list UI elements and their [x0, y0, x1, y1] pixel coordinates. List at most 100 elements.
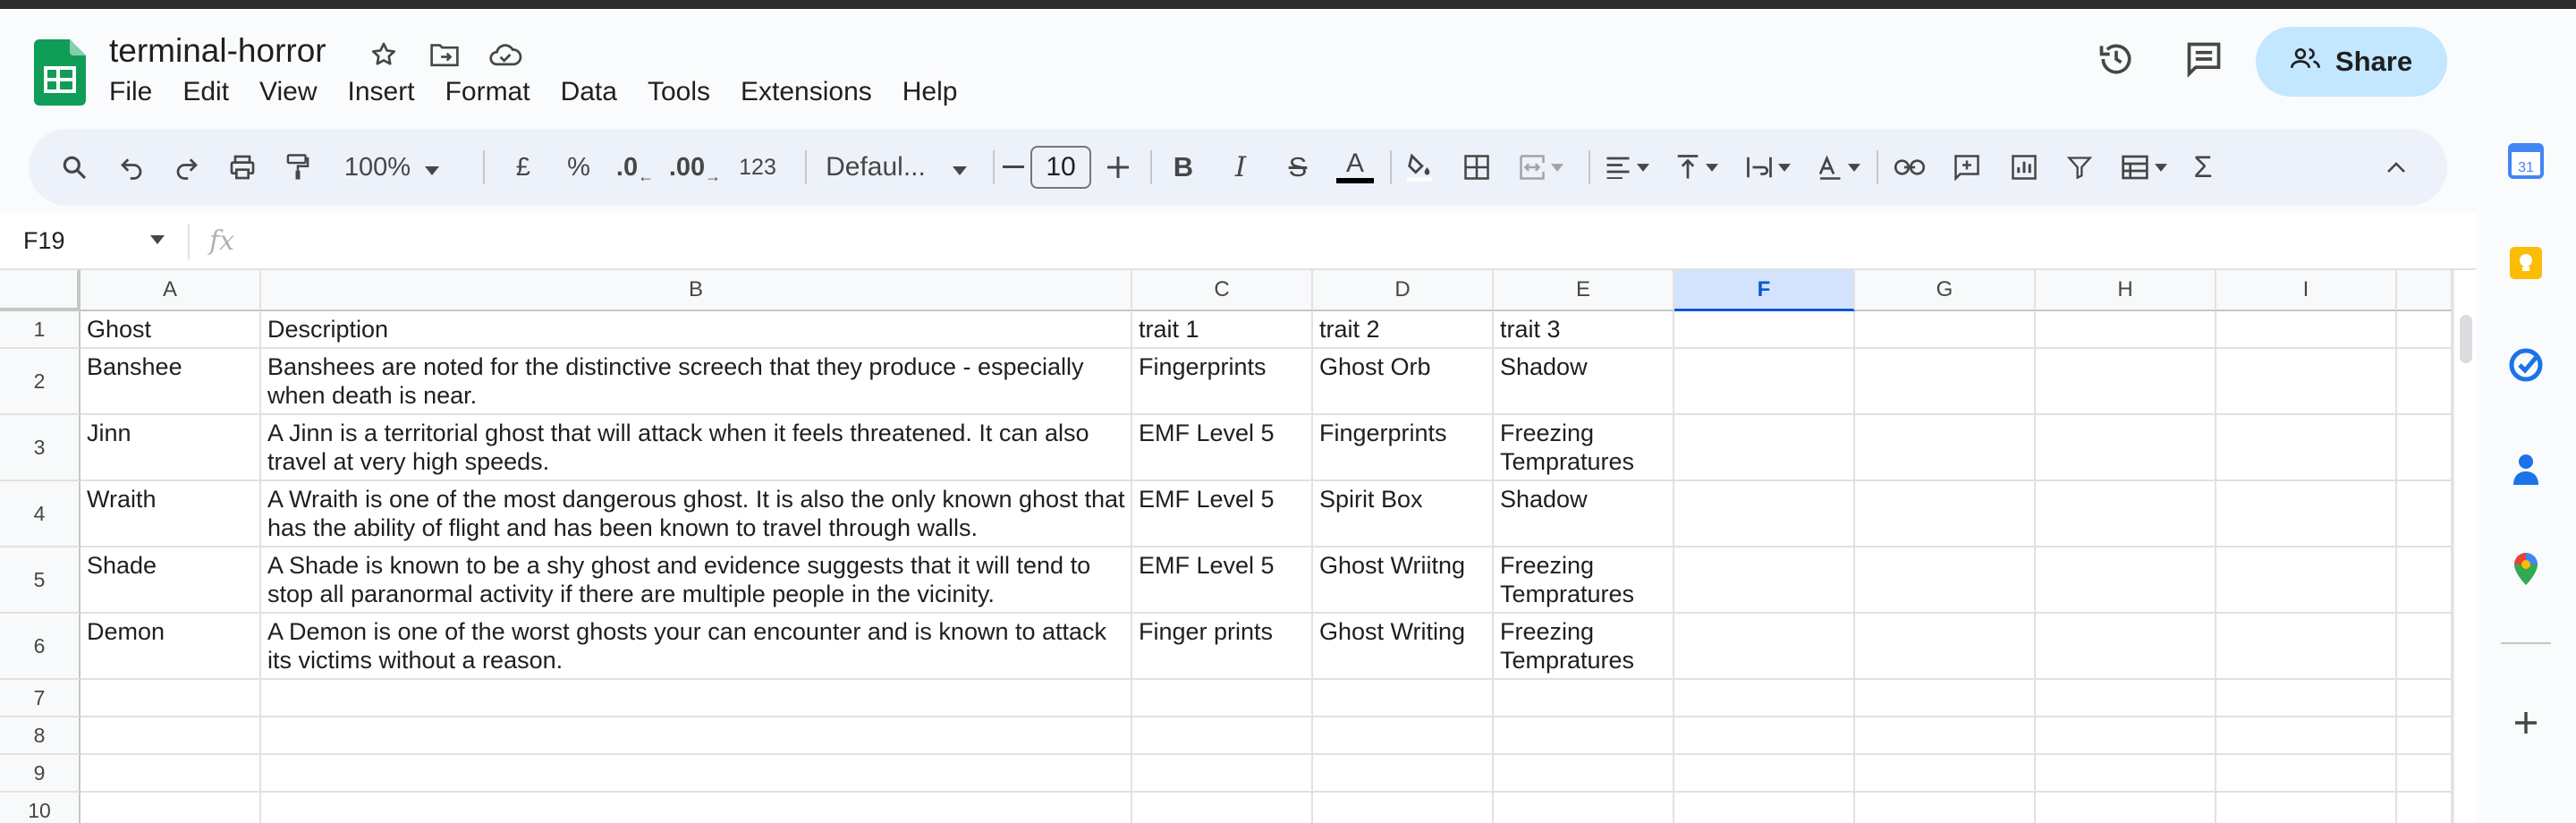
- column-header-b[interactable]: B: [261, 270, 1132, 311]
- spreadsheet-grid[interactable]: A B C D E F G H I 1 Ghost Description trait 1 trait 2…: [0, 270, 2476, 823]
- history-icon[interactable]: [2097, 39, 2136, 83]
- font-select[interactable]: Defaul...: [809, 129, 984, 206]
- menu-help[interactable]: Help: [902, 77, 958, 107]
- cell-e1[interactable]: trait 3: [1494, 311, 1674, 349]
- filter-views-icon[interactable]: [2113, 129, 2175, 206]
- cell-f7[interactable]: [1674, 680, 1855, 717]
- column-header-i[interactable]: I: [2216, 270, 2397, 311]
- row-header-5[interactable]: 5: [0, 547, 80, 614]
- cell-a4[interactable]: Wraith: [80, 481, 261, 547]
- borders-icon[interactable]: [1456, 129, 1497, 206]
- cell-h5[interactable]: [2036, 547, 2216, 614]
- share-button[interactable]: Share: [2256, 27, 2447, 97]
- cell-d9[interactable]: [1313, 755, 1494, 793]
- cell-b10[interactable]: [261, 793, 1132, 823]
- cell-h3[interactable]: [2036, 415, 2216, 481]
- text-rotation-icon[interactable]: [1807, 129, 1869, 206]
- cell-c3[interactable]: EMF Level 5: [1132, 415, 1313, 481]
- cell-b5[interactable]: A Shade is known to be a shy ghost and e…: [261, 547, 1132, 614]
- row-header-3[interactable]: 3: [0, 415, 80, 481]
- vertical-align-icon[interactable]: [1665, 129, 1728, 206]
- search-icon[interactable]: [54, 129, 95, 206]
- cell-i7[interactable]: [2216, 680, 2397, 717]
- row-header-10[interactable]: 10: [0, 793, 80, 823]
- cell-f5[interactable]: [1674, 547, 1855, 614]
- cell-g10[interactable]: [1855, 793, 2036, 823]
- cell-c7[interactable]: [1132, 680, 1313, 717]
- menu-extensions[interactable]: Extensions: [741, 77, 872, 107]
- menu-tools[interactable]: Tools: [648, 77, 710, 107]
- collapse-toolbar-icon[interactable]: [2376, 129, 2417, 206]
- increase-font-size-icon[interactable]: [1098, 129, 1138, 206]
- cell-f2[interactable]: [1674, 349, 1855, 415]
- keep-icon[interactable]: [2508, 245, 2544, 281]
- comments-icon[interactable]: [2184, 39, 2224, 83]
- cell-a10[interactable]: [80, 793, 261, 823]
- cell-e7[interactable]: [1494, 680, 1674, 717]
- row-header-7[interactable]: 7: [0, 680, 80, 717]
- cell-i10[interactable]: [2216, 793, 2397, 823]
- calendar-icon[interactable]: 31: [2508, 143, 2544, 179]
- cell-a8[interactable]: [80, 717, 261, 755]
- star-icon[interactable]: [363, 34, 404, 75]
- functions-icon[interactable]: Σ: [2182, 129, 2224, 206]
- cell-i3[interactable]: [2216, 415, 2397, 481]
- cell-g6[interactable]: [1855, 614, 2036, 680]
- cell-f3[interactable]: [1674, 415, 1855, 481]
- row-header-4[interactable]: 4: [0, 481, 80, 547]
- insert-link-icon[interactable]: [1889, 129, 1930, 206]
- cell-d6[interactable]: Ghost Writing: [1313, 614, 1494, 680]
- cell-h4[interactable]: [2036, 481, 2216, 547]
- text-wrapping-icon[interactable]: [1737, 129, 1800, 206]
- cell-i1[interactable]: [2216, 311, 2397, 349]
- cell-g1[interactable]: [1855, 311, 2036, 349]
- cell-g9[interactable]: [1855, 755, 2036, 793]
- cell-c8[interactable]: [1132, 717, 1313, 755]
- contacts-icon[interactable]: [2508, 451, 2544, 487]
- column-header-c[interactable]: C: [1132, 270, 1313, 311]
- row-header-6[interactable]: 6: [0, 614, 80, 680]
- currency-button[interactable]: £: [503, 129, 544, 206]
- cell-b8[interactable]: [261, 717, 1132, 755]
- row-header-8[interactable]: 8: [0, 717, 80, 755]
- select-all-corner[interactable]: [0, 270, 80, 311]
- tasks-icon[interactable]: [2508, 347, 2544, 383]
- cell-h2[interactable]: [2036, 349, 2216, 415]
- cell-e4[interactable]: Shadow: [1494, 481, 1674, 547]
- cell-i4[interactable]: [2216, 481, 2397, 547]
- chevron-down-icon[interactable]: [150, 233, 165, 249]
- cell-f10[interactable]: [1674, 793, 1855, 823]
- cell-a7[interactable]: [80, 680, 261, 717]
- move-folder-icon[interactable]: [424, 34, 465, 75]
- redo-icon[interactable]: [166, 129, 208, 206]
- cell-i2[interactable]: [2216, 349, 2397, 415]
- menu-file[interactable]: File: [109, 77, 152, 107]
- cell-extra4[interactable]: [2397, 481, 2453, 547]
- font-size-input[interactable]: 10: [1030, 146, 1091, 189]
- cell-i8[interactable]: [2216, 717, 2397, 755]
- menu-format[interactable]: Format: [445, 77, 530, 107]
- cell-d8[interactable]: [1313, 717, 1494, 755]
- zoom-select[interactable]: 100%: [338, 129, 445, 206]
- cell-d2[interactable]: Ghost Orb: [1313, 349, 1494, 415]
- more-formats-button[interactable]: 123: [724, 129, 791, 206]
- cell-extra2[interactable]: [2397, 349, 2453, 415]
- paint-format-icon[interactable]: [277, 129, 318, 206]
- cell-h10[interactable]: [2036, 793, 2216, 823]
- print-icon[interactable]: [222, 129, 263, 206]
- column-header-h[interactable]: H: [2036, 270, 2216, 311]
- column-header-a[interactable]: A: [80, 270, 261, 311]
- cell-c6[interactable]: Finger prints: [1132, 614, 1313, 680]
- cell-h9[interactable]: [2036, 755, 2216, 793]
- cell-h7[interactable]: [2036, 680, 2216, 717]
- cell-i5[interactable]: [2216, 547, 2397, 614]
- cell-extra9[interactable]: [2397, 755, 2453, 793]
- cell-g7[interactable]: [1855, 680, 2036, 717]
- cell-f8[interactable]: [1674, 717, 1855, 755]
- filter-icon[interactable]: [2059, 129, 2100, 206]
- cell-d10[interactable]: [1313, 793, 1494, 823]
- cell-g3[interactable]: [1855, 415, 2036, 481]
- menu-data[interactable]: Data: [561, 77, 617, 107]
- cell-extra3[interactable]: [2397, 415, 2453, 481]
- cell-g2[interactable]: [1855, 349, 2036, 415]
